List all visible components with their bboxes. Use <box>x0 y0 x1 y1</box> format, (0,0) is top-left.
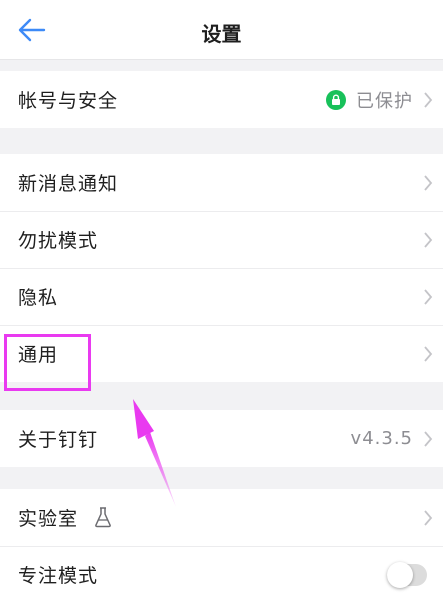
row-label: 帐号与安全 <box>18 90 119 112</box>
row-label: 通用 <box>18 344 59 366</box>
focus-mode-toggle[interactable] <box>387 561 427 588</box>
general-row[interactable]: 通用 <box>0 325 443 382</box>
general-settings-group: 新消息通知 勿扰模式 隐私 通用 <box>0 154 443 382</box>
header-bar: 设置 <box>0 0 443 60</box>
chevron-right-icon <box>424 345 433 362</box>
new-message-notification-row[interactable]: 新消息通知 <box>0 154 443 211</box>
version-text: v4.3.5 <box>350 428 413 449</box>
row-right: v4.3.5 <box>351 428 433 449</box>
toggle-knob <box>387 561 413 588</box>
row-right <box>423 288 433 306</box>
row-label: 隐私 <box>18 287 59 309</box>
row-right: 已保护 <box>326 87 433 113</box>
lab-group: 实验室 专注模式 <box>0 489 443 602</box>
chevron-right-icon <box>424 430 433 447</box>
row-label: 实验室 <box>18 508 79 530</box>
flask-icon <box>95 507 111 528</box>
row-label: 专注模式 <box>18 565 99 587</box>
lock-icon <box>326 89 346 110</box>
row-label: 新消息通知 <box>18 173 119 195</box>
focus-mode-row[interactable]: 专注模式 <box>0 546 443 602</box>
row-label: 勿扰模式 <box>18 230 99 252</box>
privacy-row[interactable]: 隐私 <box>0 268 443 325</box>
row-right <box>423 231 433 249</box>
row-right <box>423 174 433 192</box>
chevron-right-icon <box>424 288 433 305</box>
row-right <box>387 561 433 588</box>
chevron-right-icon <box>424 509 433 526</box>
do-not-disturb-row[interactable]: 勿扰模式 <box>0 211 443 268</box>
lab-row[interactable]: 实验室 <box>0 489 443 546</box>
about-dingtalk-row[interactable]: 关于钉钉 v4.3.5 <box>0 410 443 467</box>
security-status: 已保护 <box>356 90 413 112</box>
about-group: 关于钉钉 v4.3.5 <box>0 410 443 467</box>
chevron-right-icon <box>424 174 433 191</box>
page-title: 设置 <box>201 22 242 46</box>
row-right <box>423 345 433 363</box>
account-group: 帐号与安全 已保护 <box>0 71 443 128</box>
row-right <box>423 509 433 527</box>
chevron-right-icon <box>424 231 433 248</box>
chevron-right-icon <box>424 91 433 108</box>
row-label: 关于钉钉 <box>18 429 99 451</box>
account-security-row[interactable]: 帐号与安全 已保护 <box>0 71 443 128</box>
